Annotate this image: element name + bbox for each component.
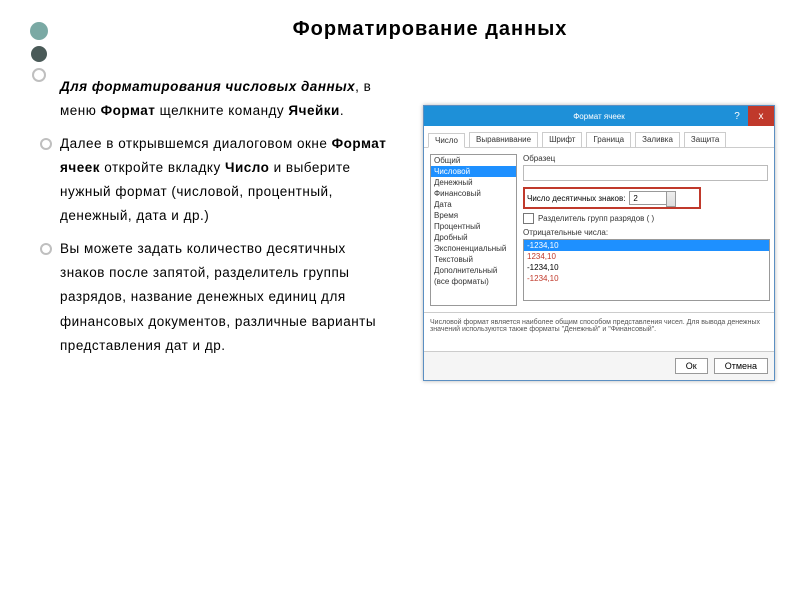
body-text: Для форматирования числовых данных, в ме… [60,75,390,366]
sample-box [523,165,768,181]
group-sep-label: Разделитель групп разрядов ( ) [538,214,654,223]
list-item[interactable]: -1234,10 [524,240,769,251]
list-item[interactable]: -1234,10 [524,273,769,284]
bullet-2: Далее в открывшемся диалоговом окне Форм… [60,132,390,229]
tab-number[interactable]: Число [428,133,465,148]
dialog-footer: Ок Отмена [424,351,774,380]
close-button[interactable]: x [748,106,774,126]
list-item[interactable]: Текстовый [431,254,516,265]
negative-numbers-list[interactable]: -1234,10 1234,10 -1234,10 -1234,10 [523,239,770,301]
list-item[interactable]: Денежный [431,177,516,188]
group-separator-row[interactable]: Разделитель групп разрядов ( ) [523,213,768,224]
list-item[interactable]: Время [431,210,516,221]
dot-3 [32,68,46,82]
decimal-places-row: Число десятичных знаков: 2 [523,187,701,209]
sample-label: Образец [523,154,768,163]
help-button[interactable]: ? [728,106,746,126]
list-item[interactable]: Числовой [431,166,516,177]
checkbox-icon[interactable] [523,213,534,224]
list-item[interactable]: Дробный [431,232,516,243]
list-item[interactable]: -1234,10 [524,262,769,273]
format-list[interactable]: Общий Числовой Денежный Финансовый Дата … [430,154,517,306]
text: щелкните команду [155,103,288,118]
format-cells-dialog: Формат ячеек ? x Число Выравнивание Шриф… [423,105,775,381]
slide-title: Форматирование данных [120,18,740,41]
tab-fill[interactable]: Заливка [635,132,680,147]
tab-alignment[interactable]: Выравнивание [469,132,538,147]
tab-protection[interactable]: Защита [684,132,726,147]
text: Формат [101,103,156,118]
text: Ячейки [288,103,339,118]
tab-font[interactable]: Шрифт [542,132,582,147]
ok-button[interactable]: Ок [675,358,708,374]
list-item[interactable]: Дополнительный [431,265,516,276]
list-item[interactable]: Процентный [431,221,516,232]
slide-accent-dots [30,22,48,88]
decimal-spinner[interactable]: 2 [629,191,667,205]
text: . [340,103,344,118]
dialog-title: Формат ячеек [573,112,625,121]
list-item[interactable]: (все форматы) [431,276,516,287]
dialog-titlebar: Формат ячеек ? x [424,106,774,126]
dot-2 [31,46,47,62]
cancel-button[interactable]: Отмена [714,358,768,374]
dialog-description: Числовой формат является наиболее общим … [424,313,774,351]
list-item[interactable]: Общий [431,155,516,166]
neg-label: Отрицательные числа: [523,228,768,237]
tab-border[interactable]: Граница [586,132,631,147]
dot-1 [30,22,48,40]
bullet-1: Для форматирования числовых данных, в ме… [60,75,390,124]
decimal-label: Число десятичных знаков: [527,194,625,203]
text: Для форматирования числовых данных [60,79,355,94]
dialog-tabs: Число Выравнивание Шрифт Граница Заливка… [424,126,774,148]
text: откройте вкладку [100,160,225,175]
list-item[interactable]: Дата [431,199,516,210]
text: Далее в открывшемся диалоговом окне [60,136,332,151]
bullet-3: Вы можете задать количество десятичных з… [60,237,390,358]
list-item[interactable]: Финансовый [431,188,516,199]
text: Число [225,160,269,175]
list-item[interactable]: Экспоненциальный [431,243,516,254]
list-item[interactable]: 1234,10 [524,251,769,262]
